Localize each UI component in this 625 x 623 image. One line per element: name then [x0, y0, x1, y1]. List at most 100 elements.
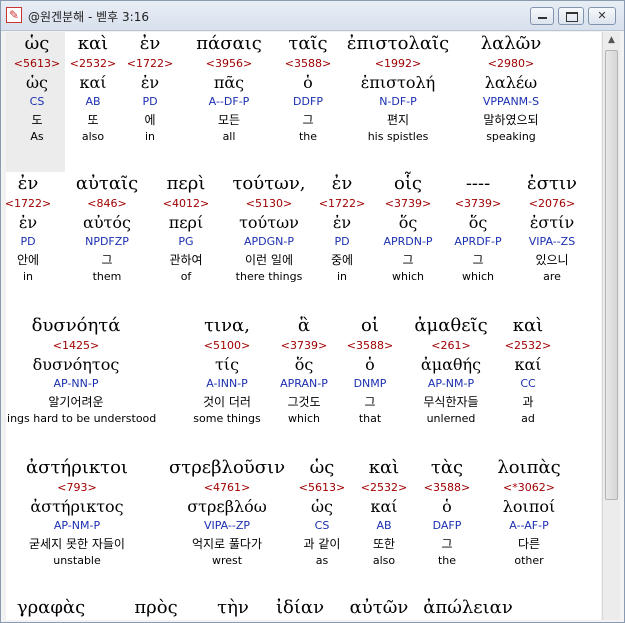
english-gloss: unstable — [53, 554, 101, 567]
word-cell[interactable]: στρεβλοῦσιν <4761> στρεβλόω VIPA--ZP 억지로 풀다가… — [169, 456, 285, 569]
title-bar[interactable]: ✎ @원겐분해 - 벧후 3:16 ✕ — [1, 1, 624, 31]
close-button[interactable]: ✕ — [588, 7, 616, 25]
english-gloss: speaking — [486, 130, 536, 143]
strong-number: <261> — [431, 339, 471, 352]
word-cell[interactable]: τὰς <3588> ὁ DAFP 그 the — [424, 456, 470, 569]
parsing-code: APRDF-P — [454, 235, 502, 248]
maximize-button[interactable] — [558, 7, 584, 25]
lemma: ὁ — [303, 73, 313, 92]
lemma: ὅς — [468, 213, 488, 232]
english-gloss: ad — [521, 412, 535, 425]
parsing-code: PD — [334, 235, 350, 248]
word-cell[interactable]: τὴν — [217, 596, 249, 620]
english-gloss: wrest — [211, 554, 243, 567]
lemma: περί — [168, 213, 204, 232]
word-cell[interactable]: τούτων, <5130> τούτων APDGN-P 이런 일에 there thi… — [232, 172, 305, 285]
greek-word: ἐστιν — [527, 173, 577, 194]
korean-gloss: 그 — [441, 537, 453, 551]
korean-gloss: 알기어려운 — [48, 395, 104, 409]
word-cell[interactable]: αὐτῶν — [350, 596, 409, 620]
word-cell[interactable]: γραφὰς — [17, 596, 85, 620]
word-cell[interactable]: αὐταῖς <846> αὐτός NPDFZP 그 them — [76, 172, 138, 285]
minimize-icon — [538, 17, 547, 19]
word-cell[interactable]: ἀμαθεῖς <261> ἀμαθής AP-NM-P 무식한자들 unlerned — [414, 314, 487, 427]
english-gloss: also — [372, 554, 396, 567]
korean-gloss: 중에 — [330, 253, 354, 267]
english-gloss: As — [30, 130, 44, 143]
greek-word: αὐταῖς — [75, 173, 139, 194]
greek-word: ἀστήρικτοι — [26, 457, 128, 478]
word-cell[interactable]: λοιπὰς <*3062> λοιποί A--AF-P 다른 other — [497, 456, 560, 569]
greek-word: τὴν — [217, 597, 249, 618]
word-cell[interactable]: καὶ <2532> καί AB 또한 also — [361, 456, 407, 569]
word-cell[interactable]: δυσνόητά <1425> δυσνόητος AP-NN-P 알기어려운 thing… — [6, 314, 156, 427]
word-cell[interactable]: ὡς <5613> ὡς CS 도 As — [14, 32, 60, 145]
parsing-code: AP-NM-P — [53, 519, 101, 532]
greek-word: ἐν — [17, 173, 39, 194]
strong-number: <*3062> — [503, 481, 555, 494]
parsing-code: APDGN-P — [244, 235, 294, 248]
lemma: λοιποί — [502, 497, 556, 516]
strong-number: <4761> — [203, 481, 251, 494]
korean-gloss: 편지 — [386, 113, 410, 127]
word-cell[interactable]: ἀστήρικτοι <793> ἀστήρικτος AP-NM-P 굳세지 못한 자… — [26, 456, 128, 569]
scrollbar-thumb[interactable] — [605, 50, 618, 500]
korean-gloss: 굳세지 못한 자들이 — [29, 537, 125, 551]
word-cell[interactable]: τινα, <5100> τίς A-INN-P 것이 더러 some things — [193, 314, 260, 427]
korean-gloss: 그 — [402, 253, 414, 267]
korean-gloss: 무식한자들 — [423, 395, 479, 409]
strong-number: <1992> — [374, 57, 422, 70]
word-cell[interactable]: ---- <3739> ὅς APRDF-P 그 which — [454, 172, 501, 285]
word-cell[interactable]: ὡς <5613> ὡς CS 과 같이 as — [299, 456, 345, 569]
greek-word: δυσνόητά — [31, 315, 121, 336]
word-cell[interactable]: ἀπώλειαν — [423, 596, 513, 620]
word-cell[interactable]: καὶ <2532> καί CC 과 ad — [505, 314, 551, 427]
english-gloss: the — [437, 554, 457, 567]
parsing-code: AP-NN-P — [53, 377, 99, 390]
english-gloss: also — [81, 130, 105, 143]
word-cell[interactable]: ἐν <1722> ἐν PD 에 in — [127, 32, 173, 145]
word-cell[interactable]: καὶ <2532> καί AB 또 also — [70, 32, 116, 145]
parsing-code: CC — [520, 377, 536, 390]
parsing-code: APRDN-P — [383, 235, 433, 248]
word-cell[interactable]: ἰδίαν — [276, 596, 324, 620]
vertical-scrollbar[interactable]: ▲ — [602, 32, 620, 620]
strong-number: <2076> — [528, 197, 576, 210]
word-cell[interactable]: ταῖς <3588> ὁ DDFP 그 the — [285, 32, 331, 145]
word-cell[interactable]: πάσαις <3956> πᾶς A--DF-P 모든 all — [196, 32, 262, 145]
word-cell[interactable]: ἐν <1722> ἐν PD 안에 in — [6, 172, 51, 285]
greek-word: οἱ — [361, 315, 379, 336]
word-cell[interactable]: λαλῶν <2980> λαλέω VPPANM-S 말하였으되 speaking — [481, 32, 542, 145]
parsing-code: VIPA--ZS — [528, 235, 576, 248]
lemma: ἐν — [18, 213, 38, 232]
korean-gloss: 모든 — [217, 113, 241, 127]
english-gloss: unlerned — [426, 412, 476, 425]
word-cell[interactable]: ἃ <3739> ὅς APRAN-P 그것도 which — [280, 314, 328, 427]
greek-word: ἰδίαν — [275, 597, 325, 618]
strong-number: <1722> — [6, 197, 52, 210]
word-cell[interactable]: πρὸς — [134, 596, 177, 620]
korean-gloss: 그 — [472, 253, 484, 267]
lemma: πᾶς — [213, 73, 245, 92]
word-cell[interactable]: περὶ <4012> περί PG 관하여 of — [163, 172, 209, 285]
lemma: ἐστίν — [529, 213, 575, 232]
word-cell[interactable]: ἐστιν <2076> ἐστίν VIPA--ZS 있으니 are — [527, 172, 577, 285]
minimize-button[interactable] — [530, 7, 554, 25]
word-cell[interactable]: οἱ <3588> ὁ DNMP 그 that — [347, 314, 393, 427]
korean-gloss: 것이 더러 — [203, 395, 251, 409]
greek-word: καὶ — [368, 457, 400, 478]
english-gloss: other — [514, 554, 544, 567]
english-gloss: all — [222, 130, 236, 143]
korean-gloss: 안에 — [16, 253, 40, 267]
strong-number: <5130> — [245, 197, 293, 210]
scroll-up-arrow-icon[interactable]: ▲ — [603, 32, 620, 48]
english-gloss: things hard to be understood — [6, 412, 157, 425]
word-cell[interactable]: οἷς <3739> ὅς APRDN-P 그 which — [383, 172, 432, 285]
korean-gloss: 그 — [364, 395, 376, 409]
word-cell[interactable]: ἐπιστολαῖς <1992> ἐπιστολή N-DF-P 편지 his spis… — [347, 32, 449, 145]
word-cell[interactable]: ἐν <1722> ἐν PD 중에 in — [319, 172, 365, 285]
strong-number: <1425> — [52, 339, 100, 352]
greek-word: ---- — [465, 173, 491, 194]
greek-word: τὰς — [430, 457, 464, 478]
korean-gloss: 그 — [101, 253, 113, 267]
